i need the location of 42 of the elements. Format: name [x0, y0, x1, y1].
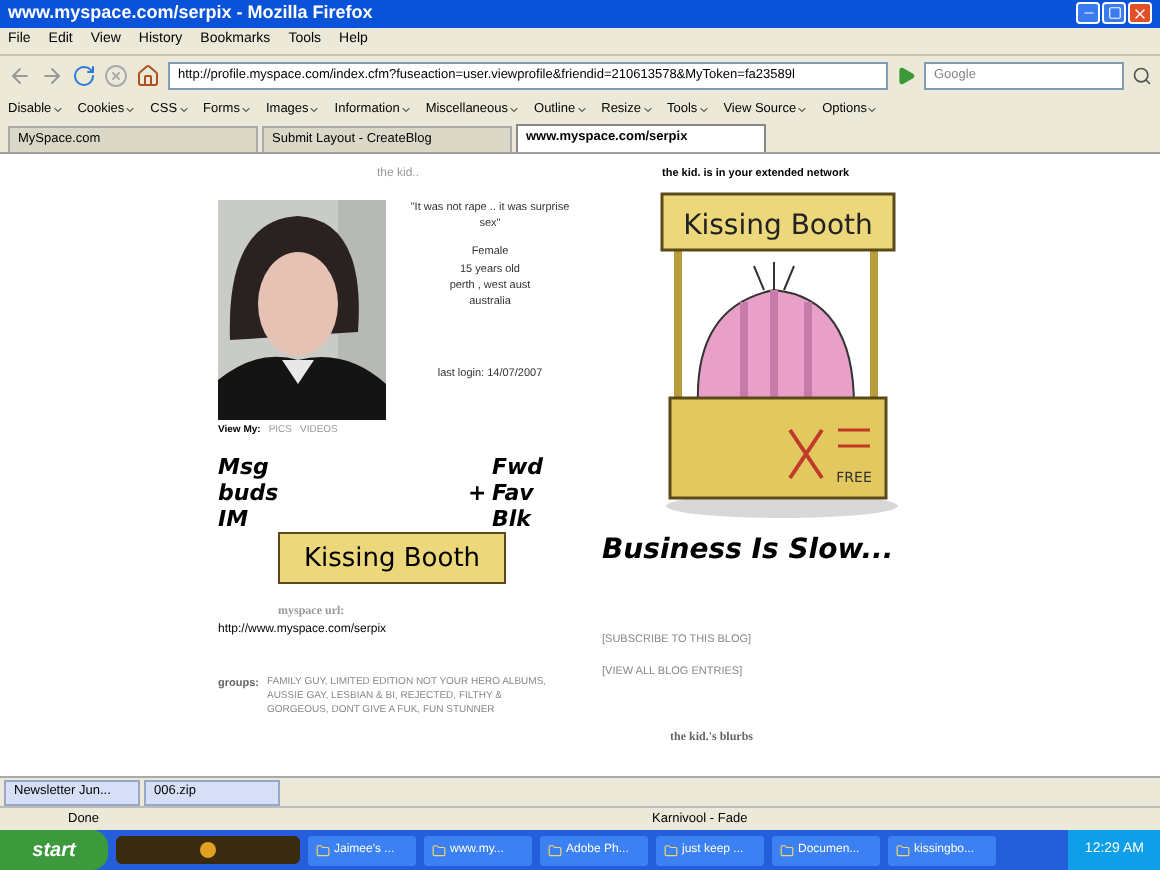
- caret-icon: [697, 103, 710, 116]
- contact-link[interactable]: Fwd: [492, 454, 544, 481]
- forward-icon[interactable]: [40, 63, 64, 88]
- caret-icon: [399, 103, 412, 116]
- folder-icon: [664, 843, 678, 858]
- start-button[interactable]: start: [0, 830, 108, 870]
- booth-sign-text: Kissing Booth: [683, 210, 873, 243]
- contact-link[interactable]: Msg: [218, 454, 468, 481]
- go-icon[interactable]: [896, 65, 916, 86]
- caret-icon: [51, 103, 64, 116]
- contact-link[interactable]: IM: [218, 506, 468, 533]
- folder-icon: [896, 843, 910, 858]
- contact-link[interactable]: Fav: [492, 480, 544, 507]
- search-icon[interactable]: [1132, 65, 1152, 86]
- close-icon: [1132, 5, 1148, 22]
- plus-text: +: [468, 480, 489, 507]
- home-icon[interactable]: [136, 63, 160, 88]
- booth-caption: Business Is Slow...: [602, 532, 896, 571]
- folder-icon: [548, 843, 562, 858]
- reload-icon[interactable]: [72, 63, 96, 88]
- close-button[interactable]: [1128, 2, 1152, 25]
- folder-icon: [316, 843, 330, 858]
- caret-icon: [177, 103, 190, 116]
- contact-link[interactable]: Blk: [492, 506, 544, 533]
- caret-icon: [308, 103, 321, 116]
- media-player-controls[interactable]: [116, 836, 300, 865]
- caret-icon: [124, 103, 137, 116]
- caret-icon: [508, 103, 521, 116]
- kissing-booth-sign: Kissing Booth: [278, 532, 506, 585]
- maximize-button[interactable]: [1102, 2, 1126, 25]
- caret-icon: [796, 103, 809, 116]
- folder-icon: [432, 843, 446, 858]
- caret-icon: [575, 103, 588, 116]
- maximize-icon: [1107, 6, 1121, 21]
- caret-icon: [239, 103, 252, 116]
- contact-link[interactable]: buds: [218, 480, 468, 507]
- folder-icon: [780, 843, 794, 858]
- back-icon[interactable]: [8, 63, 32, 88]
- caret-icon: [866, 103, 879, 116]
- minimize-button[interactable]: [1076, 2, 1100, 25]
- window-title: www.myspace.com/serpix - Mozilla Firefox: [8, 0, 375, 27]
- caret-icon: [641, 103, 653, 116]
